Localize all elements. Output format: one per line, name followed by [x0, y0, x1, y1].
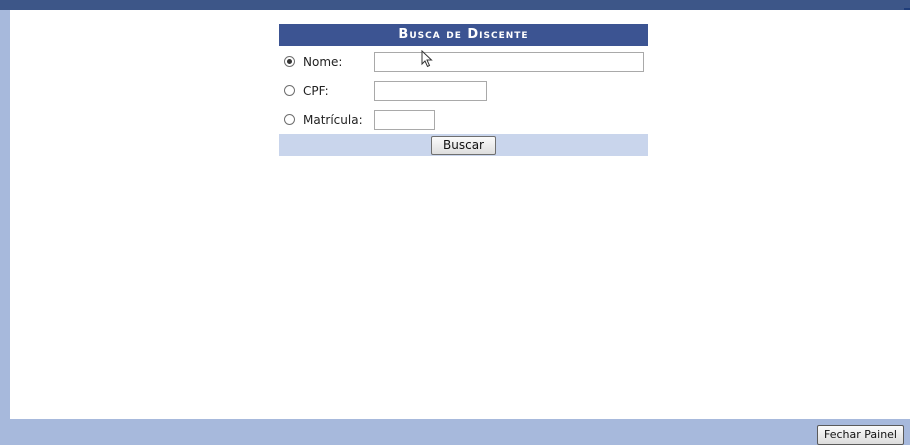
cpf-radio-button[interactable]: [284, 85, 295, 96]
close-panel-button[interactable]: Fechar Painel: [816, 425, 904, 445]
registration-input[interactable]: [374, 110, 435, 130]
mouse-pointer-icon: [421, 50, 433, 68]
top-bar: [0, 0, 910, 10]
bottom-bar: [0, 419, 910, 441]
name-search-row: Nome:: [279, 50, 648, 74]
form-title: Busca de Discente: [279, 24, 648, 46]
registration-radio-button[interactable]: [284, 114, 295, 125]
search-student-form: Busca de Discente Nome: CPF: Matrícula: …: [279, 24, 648, 156]
cpf-label: CPF:: [303, 84, 329, 98]
name-label: Nome:: [303, 55, 343, 69]
cpf-search-row: CPF:: [279, 79, 648, 103]
left-frame-strip: [0, 10, 10, 441]
search-button[interactable]: Buscar: [431, 136, 496, 155]
cpf-input[interactable]: [374, 81, 487, 101]
registration-search-row: Matrícula:: [279, 108, 648, 132]
form-footer: Buscar: [279, 134, 648, 156]
name-input[interactable]: [374, 52, 644, 72]
registration-label: Matrícula:: [303, 113, 363, 127]
name-radio-button[interactable]: [284, 56, 295, 67]
